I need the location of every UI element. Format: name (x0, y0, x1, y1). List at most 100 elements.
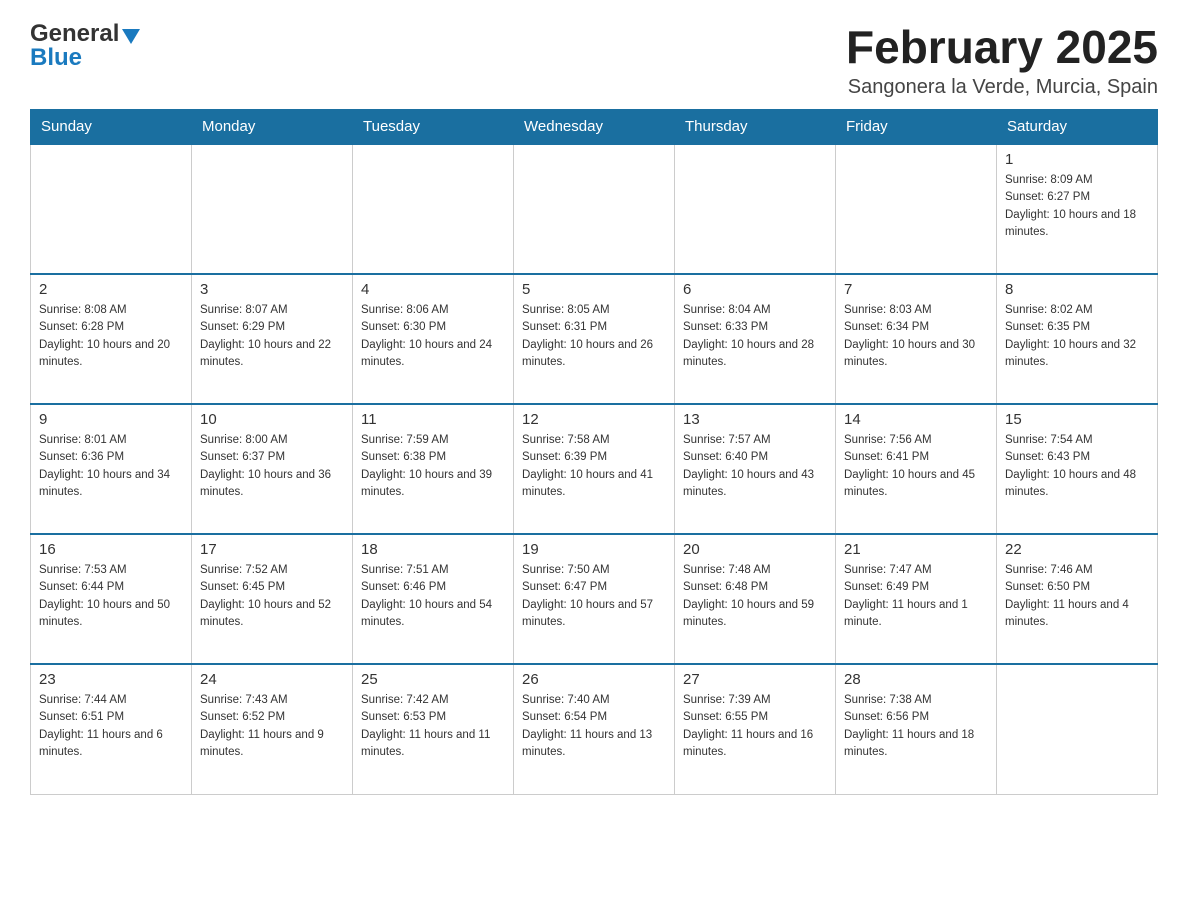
calendar-week-row: 16 Sunrise: 7:53 AMSunset: 6:44 PMDayligh… (31, 534, 1158, 664)
table-row: 23 Sunrise: 7:44 AMSunset: 6:51 PMDayligh… (31, 664, 192, 794)
table-row: 18 Sunrise: 7:51 AMSunset: 6:46 PMDayligh… (353, 534, 514, 664)
day-number: 15 (1005, 411, 1149, 428)
table-row: 15 Sunrise: 7:54 AMSunset: 6:43 PMDayligh… (997, 404, 1158, 534)
day-number: 12 (522, 411, 666, 428)
day-number: 23 (39, 671, 183, 688)
day-info: Sunrise: 8:09 AMSunset: 6:27 PMDaylight:… (1005, 172, 1149, 241)
table-row: 21 Sunrise: 7:47 AMSunset: 6:49 PMDayligh… (836, 534, 997, 664)
table-row: 26 Sunrise: 7:40 AMSunset: 6:54 PMDayligh… (514, 664, 675, 794)
header-thursday: Thursday (675, 110, 836, 145)
table-row: 9 Sunrise: 8:01 AMSunset: 6:36 PMDaylight… (31, 404, 192, 534)
calendar-header-row: Sunday Monday Tuesday Wednesday Thursday… (31, 110, 1158, 145)
month-title: February 2025 (846, 20, 1158, 74)
day-info: Sunrise: 8:02 AMSunset: 6:35 PMDaylight:… (1005, 302, 1149, 371)
table-row: 2 Sunrise: 8:08 AMSunset: 6:28 PMDaylight… (31, 274, 192, 404)
day-number: 26 (522, 671, 666, 688)
table-row (31, 144, 192, 274)
table-row: 10 Sunrise: 8:00 AMSunset: 6:37 PMDayligh… (192, 404, 353, 534)
day-info: Sunrise: 7:47 AMSunset: 6:49 PMDaylight:… (844, 562, 988, 631)
page-header: General Blue February 2025 Sangonera la … (30, 20, 1158, 99)
header-wednesday: Wednesday (514, 110, 675, 145)
day-number: 7 (844, 281, 988, 298)
day-number: 27 (683, 671, 827, 688)
day-info: Sunrise: 7:38 AMSunset: 6:56 PMDaylight:… (844, 692, 988, 761)
day-info: Sunrise: 8:05 AMSunset: 6:31 PMDaylight:… (522, 302, 666, 371)
day-number: 28 (844, 671, 988, 688)
logo-triangle-icon (122, 29, 140, 44)
day-info: Sunrise: 7:48 AMSunset: 6:48 PMDaylight:… (683, 562, 827, 631)
location: Sangonera la Verde, Murcia, Spain (846, 76, 1158, 99)
day-number: 16 (39, 541, 183, 558)
table-row: 28 Sunrise: 7:38 AMSunset: 6:56 PMDayligh… (836, 664, 997, 794)
day-number: 13 (683, 411, 827, 428)
day-number: 18 (361, 541, 505, 558)
day-info: Sunrise: 7:50 AMSunset: 6:47 PMDaylight:… (522, 562, 666, 631)
table-row: 11 Sunrise: 7:59 AMSunset: 6:38 PMDayligh… (353, 404, 514, 534)
table-row: 27 Sunrise: 7:39 AMSunset: 6:55 PMDayligh… (675, 664, 836, 794)
day-info: Sunrise: 7:44 AMSunset: 6:51 PMDaylight:… (39, 692, 183, 761)
day-info: Sunrise: 7:53 AMSunset: 6:44 PMDaylight:… (39, 562, 183, 631)
calendar-table: Sunday Monday Tuesday Wednesday Thursday… (30, 109, 1158, 795)
day-info: Sunrise: 8:07 AMSunset: 6:29 PMDaylight:… (200, 302, 344, 371)
day-number: 11 (361, 411, 505, 428)
table-row (514, 144, 675, 274)
day-number: 9 (39, 411, 183, 428)
day-info: Sunrise: 7:46 AMSunset: 6:50 PMDaylight:… (1005, 562, 1149, 631)
day-number: 10 (200, 411, 344, 428)
logo: General Blue (30, 20, 140, 72)
table-row: 16 Sunrise: 7:53 AMSunset: 6:44 PMDayligh… (31, 534, 192, 664)
table-row: 17Sunrise: 7:52 AMSunset: 6:45 PMDayligh… (192, 534, 353, 664)
day-number: 1 (1005, 151, 1149, 168)
calendar-week-row: 23 Sunrise: 7:44 AMSunset: 6:51 PMDayligh… (31, 664, 1158, 794)
calendar-week-row: 2 Sunrise: 8:08 AMSunset: 6:28 PMDaylight… (31, 274, 1158, 404)
logo-blue-text: Blue (30, 44, 82, 72)
table-row: 6Sunrise: 8:04 AMSunset: 6:33 PMDaylight… (675, 274, 836, 404)
day-info: Sunrise: 8:08 AMSunset: 6:28 PMDaylight:… (39, 302, 183, 371)
header-monday: Monday (192, 110, 353, 145)
day-number: 8 (1005, 281, 1149, 298)
day-info: Sunrise: 8:01 AMSunset: 6:36 PMDaylight:… (39, 432, 183, 501)
day-number: 21 (844, 541, 988, 558)
day-number: 19 (522, 541, 666, 558)
day-number: 24 (200, 671, 344, 688)
day-number: 14 (844, 411, 988, 428)
calendar-week-row: 9 Sunrise: 8:01 AMSunset: 6:36 PMDaylight… (31, 404, 1158, 534)
header-saturday: Saturday (997, 110, 1158, 145)
header-tuesday: Tuesday (353, 110, 514, 145)
table-row: 22 Sunrise: 7:46 AMSunset: 6:50 PMDayligh… (997, 534, 1158, 664)
day-number: 5 (522, 281, 666, 298)
calendar-week-row: 1 Sunrise: 8:09 AMSunset: 6:27 PMDaylight… (31, 144, 1158, 274)
day-number: 3 (200, 281, 344, 298)
day-info: Sunrise: 7:58 AMSunset: 6:39 PMDaylight:… (522, 432, 666, 501)
day-info: Sunrise: 7:59 AMSunset: 6:38 PMDaylight:… (361, 432, 505, 501)
day-info: Sunrise: 7:39 AMSunset: 6:55 PMDaylight:… (683, 692, 827, 761)
table-row: 12 Sunrise: 7:58 AMSunset: 6:39 PMDayligh… (514, 404, 675, 534)
day-info: Sunrise: 8:06 AMSunset: 6:30 PMDaylight:… (361, 302, 505, 371)
day-number: 17 (200, 541, 344, 558)
table-row: 14Sunrise: 7:56 AMSunset: 6:41 PMDayligh… (836, 404, 997, 534)
table-row: 5 Sunrise: 8:05 AMSunset: 6:31 PMDaylight… (514, 274, 675, 404)
header-friday: Friday (836, 110, 997, 145)
table-row: 25Sunrise: 7:42 AMSunset: 6:53 PMDayligh… (353, 664, 514, 794)
table-row (997, 664, 1158, 794)
day-info: Sunrise: 7:54 AMSunset: 6:43 PMDaylight:… (1005, 432, 1149, 501)
day-number: 20 (683, 541, 827, 558)
table-row: 7Sunrise: 8:03 AMSunset: 6:34 PMDaylight… (836, 274, 997, 404)
header-sunday: Sunday (31, 110, 192, 145)
day-number: 22 (1005, 541, 1149, 558)
day-number: 6 (683, 281, 827, 298)
table-row: 8 Sunrise: 8:02 AMSunset: 6:35 PMDaylight… (997, 274, 1158, 404)
day-info: Sunrise: 7:51 AMSunset: 6:46 PMDaylight:… (361, 562, 505, 631)
table-row: 20 Sunrise: 7:48 AMSunset: 6:48 PMDayligh… (675, 534, 836, 664)
table-row: 1 Sunrise: 8:09 AMSunset: 6:27 PMDaylight… (997, 144, 1158, 274)
title-section: February 2025 Sangonera la Verde, Murcia… (846, 20, 1158, 99)
day-number: 2 (39, 281, 183, 298)
day-info: Sunrise: 7:57 AMSunset: 6:40 PMDaylight:… (683, 432, 827, 501)
table-row (353, 144, 514, 274)
day-info: Sunrise: 7:42 AMSunset: 6:53 PMDaylight:… (361, 692, 505, 761)
table-row: 13 Sunrise: 7:57 AMSunset: 6:40 PMDayligh… (675, 404, 836, 534)
day-info: Sunrise: 8:00 AMSunset: 6:37 PMDaylight:… (200, 432, 344, 501)
day-info: Sunrise: 7:40 AMSunset: 6:54 PMDaylight:… (522, 692, 666, 761)
day-info: Sunrise: 7:43 AMSunset: 6:52 PMDaylight:… (200, 692, 344, 761)
table-row (675, 144, 836, 274)
